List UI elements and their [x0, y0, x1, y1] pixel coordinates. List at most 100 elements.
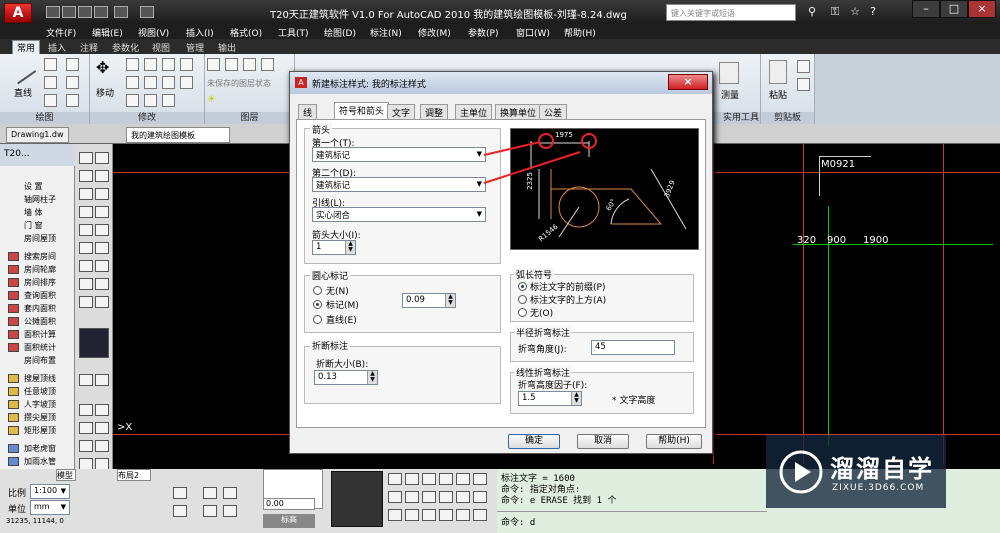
- tool-icon[interactable]: [405, 491, 419, 503]
- layer-icon[interactable]: [261, 58, 274, 71]
- tool-icon[interactable]: [79, 242, 93, 254]
- tool-icon[interactable]: [79, 278, 93, 290]
- palette-item-axis[interactable]: 轴网柱子: [8, 193, 56, 206]
- tool-icon[interactable]: [79, 206, 93, 218]
- close-window-button[interactable]: ×: [968, 0, 996, 18]
- layer-properties-icon[interactable]: [207, 58, 220, 71]
- spin-arrows-icon[interactable]: ▲ ▼: [345, 241, 355, 254]
- tool-icon[interactable]: [456, 491, 470, 503]
- tool-icon[interactable]: [422, 491, 436, 503]
- measure-label[interactable]: 测量: [721, 88, 739, 101]
- tool-icon[interactable]: [79, 170, 93, 182]
- tool-icon[interactable]: [223, 505, 237, 517]
- tool-icon[interactable]: [79, 374, 93, 386]
- center-mark-label[interactable]: 标记(M): [326, 298, 359, 311]
- menu-edit[interactable]: 编辑(E): [92, 26, 123, 39]
- erase-icon[interactable]: [126, 94, 139, 107]
- search-input[interactable]: 键入关键字或短语: [666, 4, 796, 21]
- menu-format[interactable]: 格式(O): [230, 26, 262, 39]
- tab-lines[interactable]: 线: [298, 104, 318, 119]
- spin-arrows-icon[interactable]: ▲ ▼: [571, 392, 581, 405]
- tool-icon[interactable]: [473, 509, 487, 521]
- center-none-label[interactable]: 无(N): [326, 284, 349, 297]
- save-icon[interactable]: [78, 6, 92, 18]
- palette-item-any-slope[interactable]: 任意坡顶: [8, 385, 56, 398]
- menu-window[interactable]: 窗口(W): [516, 26, 550, 39]
- help-button[interactable]: 帮助(H): [646, 434, 702, 449]
- arc-above-label[interactable]: 标注文字的上方(A): [530, 293, 606, 306]
- tab-common[interactable]: 常用: [12, 40, 41, 54]
- copy-clip-icon[interactable]: [797, 78, 810, 91]
- open-icon[interactable]: [62, 6, 76, 18]
- menu-insert[interactable]: 插入(I): [186, 26, 214, 39]
- ellipse-icon[interactable]: [44, 94, 57, 107]
- tool-icon[interactable]: [405, 473, 419, 485]
- tool-icon[interactable]: [439, 473, 453, 485]
- tab-alternate-units[interactable]: 换算单位: [495, 104, 542, 119]
- offset-icon[interactable]: [162, 94, 175, 107]
- second-arrow-select[interactable]: 建筑标记: [312, 177, 486, 192]
- tool-icon[interactable]: [95, 170, 109, 182]
- tool-icon[interactable]: [95, 206, 109, 218]
- palette-item-room-layout[interactable]: 房间布置: [8, 354, 56, 367]
- line-icon[interactable]: [5, 53, 37, 85]
- tool-icon[interactable]: [203, 505, 217, 517]
- tool-icon[interactable]: [203, 487, 217, 499]
- palette-item-search-room[interactable]: 搜索房间: [8, 250, 56, 263]
- scale-select[interactable]: 1:100: [30, 484, 70, 499]
- center-none-radio[interactable]: [313, 286, 322, 295]
- menu-file[interactable]: 文件(F): [46, 26, 76, 39]
- tab-insert[interactable]: 插入: [48, 41, 66, 54]
- tool-icon[interactable]: [95, 278, 109, 290]
- tool-icon[interactable]: [79, 152, 93, 164]
- palette-item-area-calc[interactable]: 面积计算: [8, 328, 56, 341]
- palette-item-wall[interactable]: 墙 体: [8, 206, 43, 219]
- scale-icon[interactable]: [162, 76, 175, 89]
- tool-icon[interactable]: [95, 422, 109, 434]
- tool-icon[interactable]: [95, 440, 109, 452]
- tool-icon[interactable]: [95, 188, 109, 200]
- palette-item-query-area[interactable]: 查询面积: [8, 289, 56, 302]
- palette-item-shared-area[interactable]: 公摊面积: [8, 315, 56, 328]
- tool-icon[interactable]: [95, 242, 109, 254]
- arrow-size-input[interactable]: 1 ▲ ▼: [312, 240, 356, 255]
- fillet-icon[interactable]: [126, 76, 139, 89]
- palette-item-roof-line[interactable]: 搜屋顶线: [8, 372, 56, 385]
- tab-layout2[interactable]: 布局2: [117, 469, 151, 481]
- jog-factor-input[interactable]: 1.5 ▲ ▼: [518, 391, 582, 406]
- cancel-button[interactable]: 取消: [577, 434, 629, 449]
- tool-icon[interactable]: [79, 404, 93, 416]
- app-logo-button[interactable]: A: [4, 3, 32, 23]
- array-icon[interactable]: [180, 76, 193, 89]
- arc-prefix-radio[interactable]: [518, 282, 527, 291]
- lightbulb-icon[interactable]: ☀: [207, 94, 216, 105]
- explode-icon[interactable]: [144, 94, 157, 107]
- tool-icon[interactable]: [95, 152, 109, 164]
- palette-item-room-sort[interactable]: 房间排序: [8, 276, 56, 289]
- arc-above-radio[interactable]: [518, 295, 527, 304]
- palette-item-downpipe[interactable]: 加雨水管: [8, 455, 56, 468]
- tool-icon[interactable]: [422, 473, 436, 485]
- circle-icon[interactable]: [44, 76, 57, 89]
- stretch-icon[interactable]: [144, 76, 157, 89]
- line-button-label[interactable]: 直线: [14, 86, 32, 99]
- maximize-button[interactable]: □: [940, 0, 968, 18]
- minimize-button[interactable]: –: [912, 0, 940, 18]
- tool-icon[interactable]: [95, 260, 109, 272]
- tab-tolerances[interactable]: 公差: [539, 104, 568, 119]
- tab-parametric[interactable]: 参数化: [112, 41, 139, 54]
- ok-button[interactable]: 确定: [508, 434, 560, 449]
- tab-annotate[interactable]: 注释: [80, 41, 98, 54]
- center-mark-radio[interactable]: [313, 300, 322, 309]
- dialog-close-button[interactable]: ×: [668, 74, 708, 90]
- tool-icon[interactable]: [473, 491, 487, 503]
- mirror-icon[interactable]: [180, 58, 193, 71]
- tool-icon[interactable]: [388, 509, 402, 521]
- doc-tab-drawing1[interactable]: Drawing1.dw: [6, 127, 69, 143]
- tab-text[interactable]: 文字: [387, 104, 416, 119]
- break-size-input[interactable]: 0.13 ▲ ▼: [314, 370, 378, 385]
- tab-primary-units[interactable]: 主单位: [455, 104, 493, 119]
- tool-icon[interactable]: [173, 487, 187, 499]
- layer-state-combo[interactable]: 未保存的图层状态: [207, 78, 271, 89]
- unit-select[interactable]: mm: [30, 500, 70, 515]
